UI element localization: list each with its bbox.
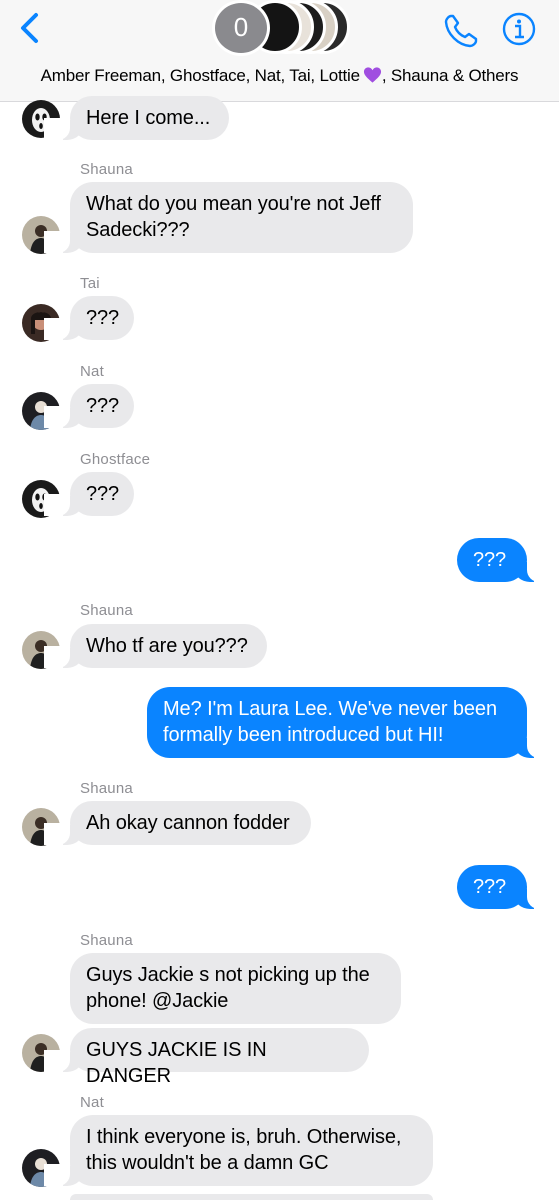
call-button[interactable] <box>442 12 480 50</box>
details-button[interactable] <box>502 12 536 46</box>
conversation-header: 0 Amber Freeman, Ghostface, Nat, Tai, Lo… <box>0 0 559 102</box>
message-text: ??? <box>473 549 507 571</box>
message-bubble-outgoing[interactable]: ??? <box>457 865 553 909</box>
group-members-suffix: , Shauna & Others <box>381 66 519 85</box>
message-text: Here I come... <box>86 107 211 129</box>
purple-heart-icon <box>363 67 381 83</box>
back-button[interactable] <box>16 12 46 46</box>
message-bubble-incoming[interactable]: What do you mean you're not Jeff Sadecki… <box>44 182 413 253</box>
message-bubble-incoming[interactable]: Here I come... <box>44 96 229 140</box>
info-icon <box>502 12 536 46</box>
message-text: GUYS JACKIE IS IN DANGER <box>86 1039 267 1087</box>
message-bubble-incoming[interactable]: Who tf are you??? <box>44 624 267 668</box>
message-text: ??? <box>86 483 120 505</box>
message-text: Ah okay cannon fodder <box>86 812 290 834</box>
message-text: I think everyone is, bruh. Otherwise, th… <box>86 1126 402 1174</box>
sender-name: Tai <box>80 275 100 292</box>
message-bubble-incoming[interactable]: Guys Jackie s not picking up the phone! … <box>70 953 401 1024</box>
sender-name: Shauna <box>80 602 133 619</box>
message-text: ??? <box>86 395 120 417</box>
sender-name: Shauna <box>80 932 133 949</box>
group-name[interactable]: Amber Freeman, Ghostface, Nat, Tai, Lott… <box>0 66 559 86</box>
sender-name: Ghostface <box>80 451 151 468</box>
sender-name: Shauna <box>80 780 133 797</box>
message-bubble-incoming[interactable]: Ah okay cannon fodder <box>44 801 311 845</box>
message-text: ??? <box>86 307 120 329</box>
sender-name: Nat <box>80 1094 104 1111</box>
phone-icon <box>444 14 478 48</box>
message-bubble-incoming[interactable]: ??? <box>44 296 134 340</box>
message-text: Guys Jackie s not picking up the phone! … <box>86 964 370 1012</box>
message-bubble-incoming[interactable]: ??? <box>44 472 134 516</box>
message-bubble-outgoing[interactable]: Me? I'm Laura Lee. We've never been form… <box>147 687 553 758</box>
message-bubble-outgoing[interactable]: ??? <box>457 538 553 582</box>
message-text: What do you mean you're not Jeff Sadecki… <box>86 193 381 241</box>
message-text: Who tf are you??? <box>86 635 248 657</box>
message-bubble-incoming[interactable]: ??? <box>44 384 134 428</box>
sender-name: Nat <box>80 363 104 380</box>
message-bubble-incoming[interactable]: I think everyone is, bruh. Otherwise, th… <box>44 1115 433 1186</box>
sender-name: Shauna <box>80 161 133 178</box>
group-count-avatar: 0 <box>212 0 270 56</box>
message-bubble-incoming[interactable]: GUYS JACKIE IS IN DANGER <box>44 1028 369 1087</box>
message-bubble-partial[interactable] <box>70 1194 433 1200</box>
message-text: ??? <box>473 876 507 898</box>
chevron-left-icon <box>21 13 38 43</box>
group-avatar-stack[interactable]: 0 <box>212 0 352 56</box>
message-text: Me? I'm Laura Lee. We've never been form… <box>163 698 497 746</box>
group-members-label: Amber Freeman, Ghostface, Nat, Tai, Lott… <box>40 66 360 85</box>
